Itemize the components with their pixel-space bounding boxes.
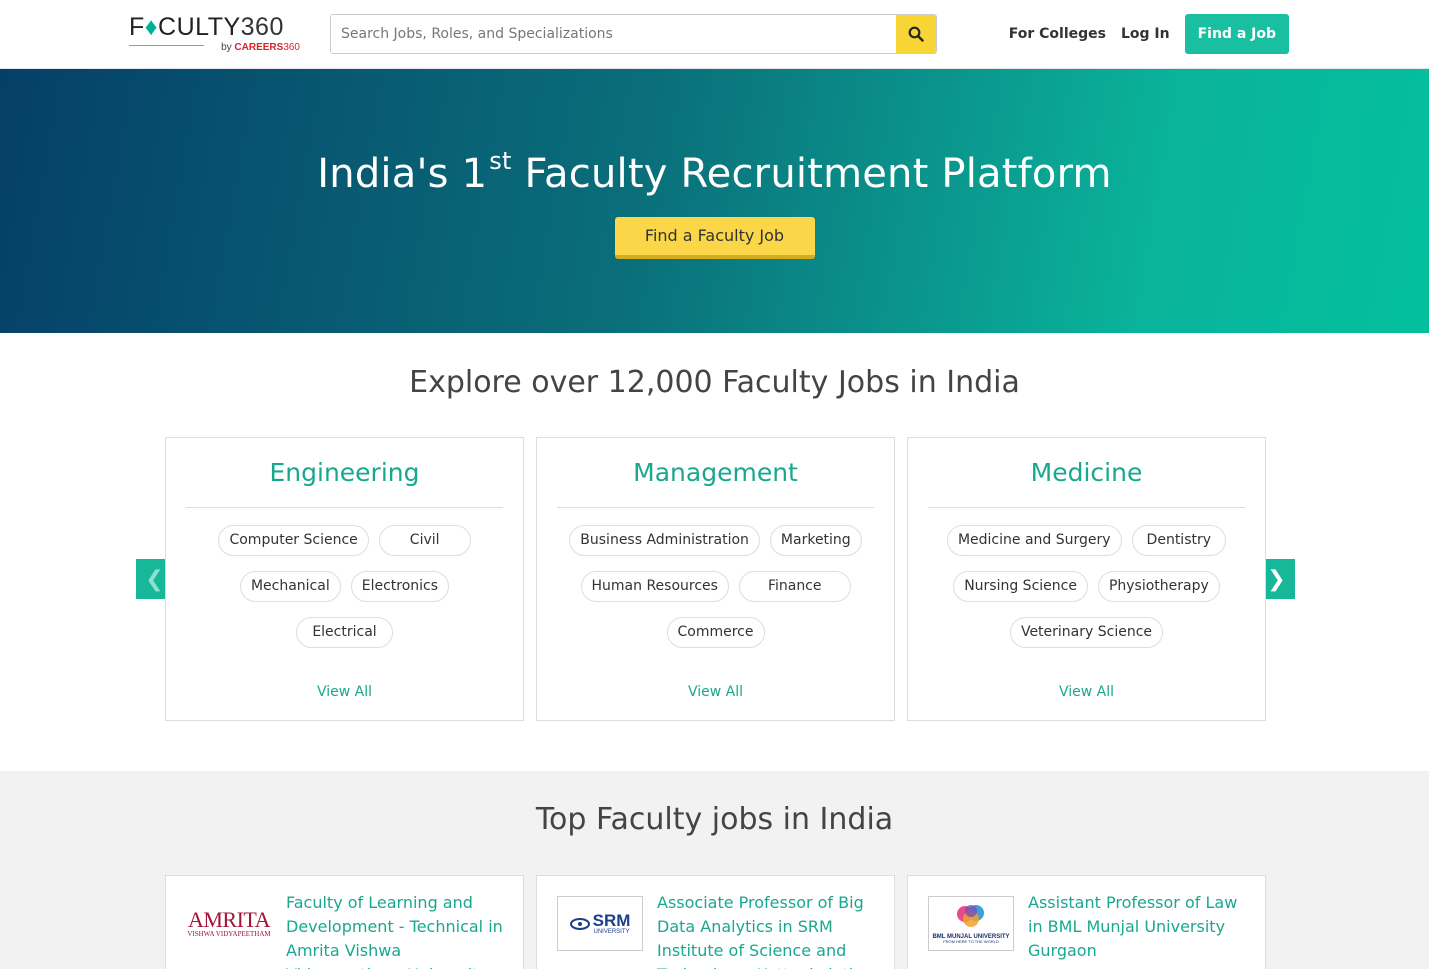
find-faculty-job-button[interactable]: Find a Faculty Job xyxy=(614,217,815,259)
job-title-link[interactable]: Assistant Professor of Law in BML Munjal… xyxy=(1028,891,1250,963)
view-all-link[interactable]: View All xyxy=(166,684,523,700)
explore-heading: Explore over 12,000 Faculty Jobs in Indi… xyxy=(409,365,1020,400)
search-input[interactable] xyxy=(331,15,896,53)
category-card-engineering: Engineering Computer Science Civil Mecha… xyxy=(165,437,524,721)
category-card-medicine: Medicine Medicine and Surgery Dentistry … xyxy=(907,437,1266,721)
amrita-logo: AMRITA VISHWA VIDYAPEETHAM xyxy=(187,907,271,938)
category-cards: Engineering Computer Science Civil Mecha… xyxy=(165,437,1266,721)
logo-divider xyxy=(129,45,204,46)
faculty360-logo[interactable]: F♦CULTY360 by CAREERS360 xyxy=(129,14,304,56)
login-link[interactable]: Log In xyxy=(1121,26,1170,42)
top-jobs-section: Top Faculty jobs in India AMRITA VISHWA … xyxy=(0,771,1429,969)
chevron-right-icon: ❯ xyxy=(1267,566,1286,592)
chip-business-administration[interactable]: Business Administration xyxy=(569,525,760,556)
chip-computer-science[interactable]: Computer Science xyxy=(218,525,369,556)
bml-tree-icon xyxy=(957,905,984,927)
search-bar xyxy=(330,14,937,54)
job-title-link[interactable]: Associate Professor of Big Data Analytic… xyxy=(657,891,879,969)
chip-nursing-science[interactable]: Nursing Science xyxy=(953,571,1088,602)
hero-title: India's 1st Faculty Recruitment Platform xyxy=(317,147,1112,197)
chip-list: Computer Science Civil Mechanical Electr… xyxy=(166,508,523,648)
chip-marketing[interactable]: Marketing xyxy=(769,525,862,556)
srm-logo: SRM UNIVERSITY xyxy=(557,896,643,951)
site-header: F♦CULTY360 by CAREERS360 For Colleges Lo… xyxy=(0,0,1429,69)
top-jobs-heading: Top Faculty jobs in India xyxy=(535,802,894,837)
logo-byline: by CAREERS360 xyxy=(221,42,300,53)
chip-commerce[interactable]: Commerce xyxy=(666,617,765,648)
category-title[interactable]: Medicine xyxy=(908,458,1265,487)
for-colleges-link[interactable]: For Colleges xyxy=(1009,26,1106,42)
explore-section: Explore over 12,000 Faculty Jobs in Indi… xyxy=(0,333,1429,771)
job-title-link[interactable]: Faculty of Learning and Development - Te… xyxy=(286,891,508,969)
chip-dentistry[interactable]: Dentistry xyxy=(1131,525,1227,556)
logo-wordmark: F♦CULTY360 xyxy=(129,13,284,41)
chip-electronics[interactable]: Electronics xyxy=(350,571,450,602)
chip-finance[interactable]: Finance xyxy=(738,571,851,602)
view-all-link[interactable]: View All xyxy=(908,684,1265,700)
find-job-button[interactable]: Find a Job xyxy=(1184,14,1289,54)
srm-emblem-icon xyxy=(569,917,590,930)
chip-medicine-and-surgery[interactable]: Medicine and Surgery xyxy=(946,525,1122,556)
chip-electrical[interactable]: Electrical xyxy=(296,617,393,648)
job-list: AMRITA VISHWA VIDYAPEETHAM Faculty of Le… xyxy=(165,875,1266,969)
job-card[interactable]: BML MUNJAL UNIVERSITY FROM HERE TO THE W… xyxy=(907,875,1266,969)
category-title[interactable]: Management xyxy=(537,458,894,487)
pen-nib-icon: ♦ xyxy=(144,13,159,41)
view-all-link[interactable]: View All xyxy=(537,684,894,700)
chip-list: Medicine and Surgery Dentistry Nursing S… xyxy=(908,508,1265,648)
chevron-left-icon: ❮ xyxy=(145,566,164,592)
chip-physiotherapy[interactable]: Physiotherapy xyxy=(1097,571,1220,602)
search-icon xyxy=(908,26,924,42)
chip-mechanical[interactable]: Mechanical xyxy=(239,571,341,602)
bml-munjal-logo: BML MUNJAL UNIVERSITY FROM HERE TO THE W… xyxy=(928,896,1014,951)
chip-veterinary-science[interactable]: Veterinary Science xyxy=(1009,617,1164,648)
chip-list: Business Administration Marketing Human … xyxy=(537,508,894,648)
chip-civil[interactable]: Civil xyxy=(378,525,471,556)
job-card[interactable]: SRM UNIVERSITY Associate Professor of Bi… xyxy=(536,875,895,969)
search-button[interactable] xyxy=(896,15,936,53)
category-card-management: Management Business Administration Marke… xyxy=(536,437,895,721)
main-nav: For Colleges Log In Find a Job xyxy=(1009,14,1289,54)
hero-banner: India's 1st Faculty Recruitment Platform… xyxy=(0,69,1429,333)
job-card[interactable]: AMRITA VISHWA VIDYAPEETHAM Faculty of Le… xyxy=(165,875,524,969)
category-title[interactable]: Engineering xyxy=(166,458,523,487)
chip-human-resources[interactable]: Human Resources xyxy=(580,571,729,602)
